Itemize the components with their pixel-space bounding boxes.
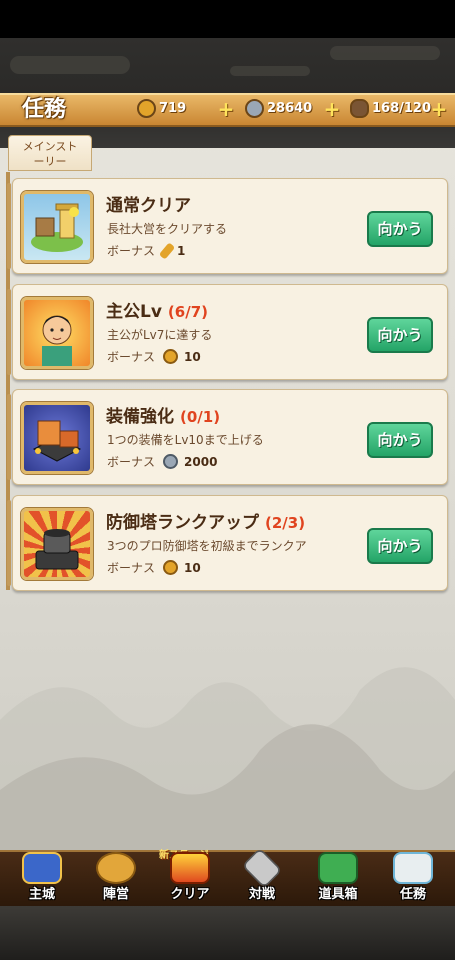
add-silver-button[interactable]: + [323,99,341,119]
go-button[interactable]: 向かう [367,422,433,458]
add-stamina-button[interactable]: + [430,99,448,119]
go-button[interactable]: 向かう [367,317,433,353]
bottom-nav-base [0,906,455,960]
quest-card: 通常クリア 長社大営をクリアする ボーナス 1 向かう [7,178,448,274]
quest-title: 装備強化 (0/1) [106,407,221,427]
gold-coin-icon [163,349,179,364]
nav-clear[interactable]: クリア [160,852,220,904]
stamina-bun-icon [350,99,369,118]
quest-card: 主公Lv (6/7) 主公がLv7に達する ボーナス 10 向かう [7,284,448,380]
silver-coin-icon [163,454,179,469]
go-button[interactable]: 向かう [367,528,433,564]
quest-tower-thumb [21,508,93,580]
page-title: 任務 [22,97,67,122]
silver-coin-icon [245,99,264,118]
quest-title: 通常クリア [106,196,191,216]
quest-bonus: ボーナス 1 [107,241,186,260]
quest-card: 防御塔ランクアップ (2/3) 3つのプロ防御塔を初級までランクア ボーナス 10… [7,495,448,591]
add-gold-button[interactable]: + [217,99,235,119]
quest-bonus: ボーナス 2000 [107,454,218,469]
chest-icon [318,852,358,884]
quest-bonus: ボーナス 10 [107,349,201,364]
nav-item-box[interactable]: 道具箱 [308,852,368,904]
lion-icon [96,852,136,884]
quest-bonus: ボーナス 10 [107,560,201,575]
quest-desc: 3つのプロ防御塔を初級までランクア [107,539,307,553]
nav-battle[interactable]: 対戦 [232,847,292,904]
tab-main-story[interactable]: メインスト ーリー [8,135,92,171]
quest-desc: 主公がLv7に達する [107,328,213,342]
scroll-icon [393,852,433,884]
quest-card: 装備強化 (0/1) 1つの装備をLv10まで上げる ボーナス 2000 向かう [7,389,448,485]
quest-equipment-thumb [21,402,93,474]
gold-counter: 719 [137,99,207,121]
castle-icon [22,852,62,884]
mountain-backdrop [0,667,455,850]
nav-castle[interactable]: 主城 [12,852,72,904]
nav-quests[interactable]: 任務 [383,852,443,904]
gold-coin-icon [163,560,179,575]
quest-desc: 長社大営をクリアする [107,222,228,236]
stamina-counter: 168/120 [350,99,431,121]
silver-counter: 28640 [245,99,325,121]
quest-desc: 1つの装備をLv10まで上げる [107,433,264,447]
gold-coin-icon [137,99,156,118]
nav-camp[interactable]: 陣営 [86,852,146,904]
status-bar [0,0,455,38]
go-button[interactable]: 向かう [367,211,433,247]
quest-lord-thumb [21,297,93,369]
key-icon [158,241,176,260]
quest-castle-thumb [21,191,93,263]
battle-flag-icon [170,852,210,884]
quest-title: 主公Lv (6/7) [106,302,208,322]
quest-title: 防御塔ランクアップ (2/3) [106,513,306,533]
